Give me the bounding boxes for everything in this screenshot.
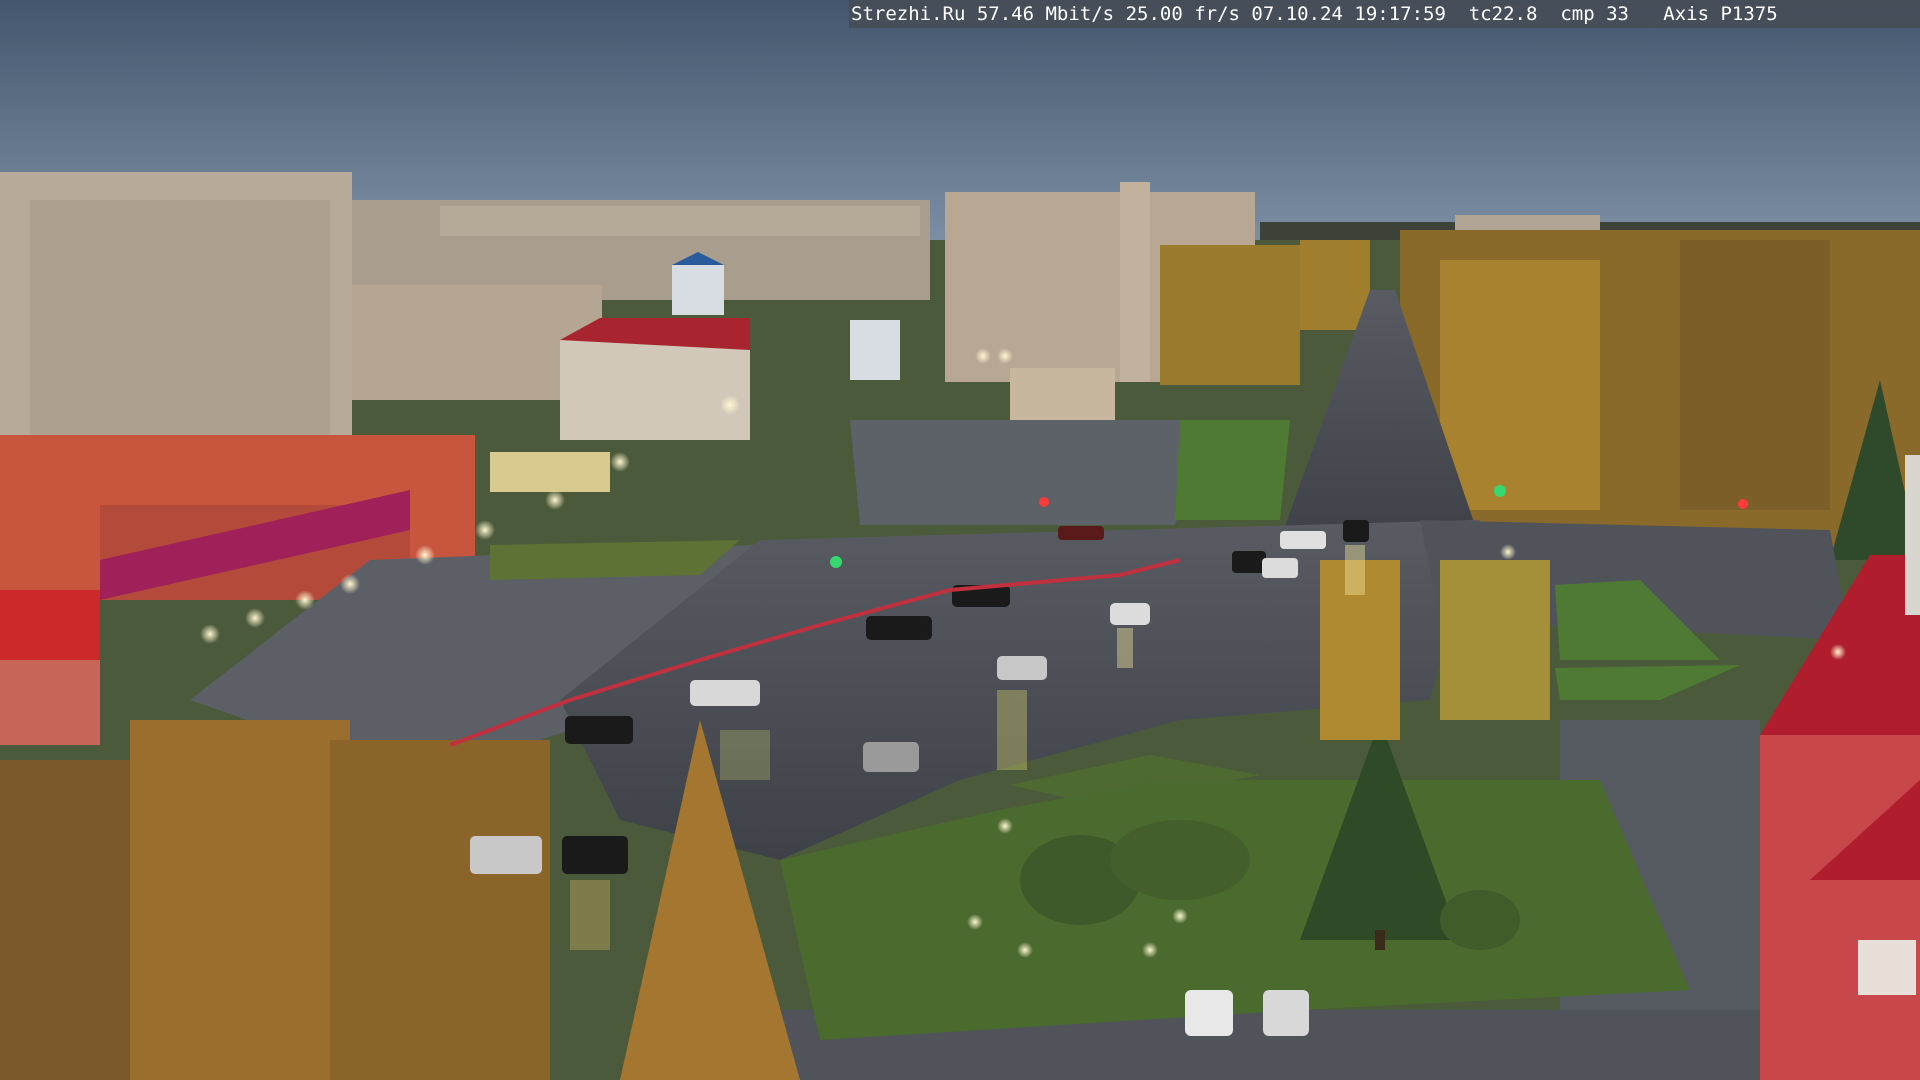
overlay-bitrate: 57.46 Mbit/s xyxy=(976,3,1115,25)
overlay-camera-model: Axis P1375 xyxy=(1663,3,1778,25)
lawn-upper-middle xyxy=(1175,420,1290,520)
avenue-trees-right xyxy=(1400,230,1920,560)
upper-parking-lot xyxy=(850,420,1215,525)
overlay-cmp: cmp 33 xyxy=(1560,3,1629,25)
camera-overlay-text: Strezhi.Ru 57.46 Mbit/s 25.00 fr/s 07.10… xyxy=(849,0,1920,28)
overlay-time: 19:17:59 xyxy=(1354,3,1446,25)
overlay-date: 07.10.24 xyxy=(1251,3,1343,25)
foreground-trees-left xyxy=(0,720,550,1080)
overlay-framerate: 25.00 fr/s xyxy=(1125,3,1240,25)
overlay-tc: tc22.8 xyxy=(1468,3,1538,25)
overlay-site: Strezhi.Ru xyxy=(851,3,966,25)
street-scene-image xyxy=(0,0,1920,1080)
